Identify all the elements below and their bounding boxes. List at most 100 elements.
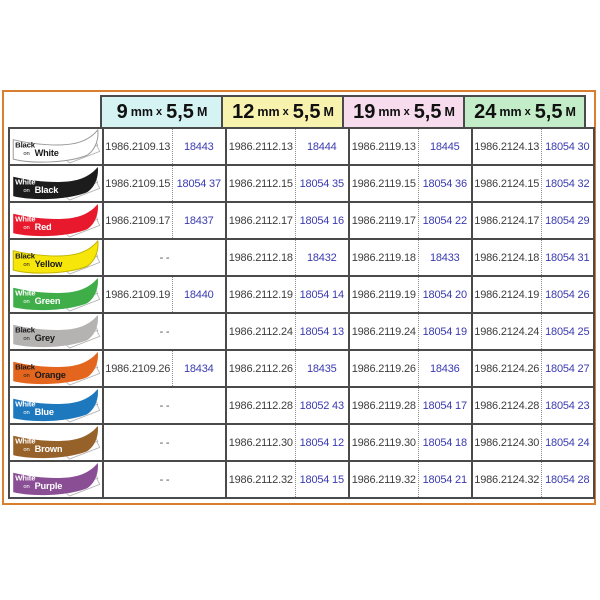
tape-color-top-label: White [15, 399, 36, 408]
catalog-number-cell: 1986.2112.13 [225, 127, 296, 166]
catalog-number-cell: 1986.2124.28 [471, 386, 542, 425]
catalog-number-cell: 1986.2119.13 [348, 127, 419, 166]
tape-color-top-label: White [15, 436, 36, 445]
tape-color-bottom-label: Brown [35, 444, 63, 454]
not-available-cell: - - [102, 460, 227, 499]
tape-table: Black on White 1986.2109.13 18443 1986.2112.1… [8, 127, 595, 499]
tape-on-label: on [23, 299, 29, 305]
tape-icon-white-on-black: White on Black [13, 167, 101, 200]
tape-icon-black-on-grey: Black on Grey [13, 315, 101, 348]
order-id-cell: 18054 29 [540, 201, 595, 240]
tape-color-top-label: White [15, 473, 36, 482]
catalog-number-cell: 1986.2119.18 [348, 238, 419, 277]
catalog-number-cell: 1986.2112.24 [225, 312, 296, 351]
size-header-text: 12 [232, 100, 255, 123]
catalog-number-cell: 1986.2112.30 [225, 423, 296, 462]
tape-icon-white-on-green: White on Green [13, 278, 101, 311]
catalog-number-cell: 1986.2124.32 [471, 460, 542, 499]
catalog-number-cell: 1986.2112.32 [225, 460, 296, 499]
catalog-number-cell: 1986.2124.30 [471, 423, 542, 462]
tape-swatch-cell: Black on Grey [8, 312, 104, 351]
size-header-text: 19 [353, 100, 376, 123]
catalog-number-cell: 1986.2109.17 [102, 201, 173, 240]
tape-color-top-label: Black [15, 251, 36, 260]
catalog-number-cell: 1986.2112.28 [225, 386, 296, 425]
order-id-cell: 18054 24 [540, 423, 595, 462]
order-id-cell: 18054 21 [417, 460, 473, 499]
order-id-cell: 18054 26 [540, 275, 595, 314]
not-available-cell: - - [102, 423, 227, 462]
tape-color-top-label: Black [15, 140, 36, 149]
size-header-text: 5,5 [413, 100, 442, 123]
tape-icon-black-on-yellow: Black on Yellow [12, 241, 101, 274]
size-header-text: M [565, 105, 576, 119]
catalog-number-cell: 1986.2124.15 [471, 164, 542, 203]
order-id-cell: 18054 31 [540, 238, 595, 277]
tape-swatch-cell: Black on White [8, 127, 104, 166]
order-id-cell: 18444 [294, 127, 350, 166]
tape-swatch-cell: Black on Orange [8, 349, 104, 388]
tape-icon-white-on-red: White on Red [13, 204, 101, 237]
catalog-number-cell: 1986.2119.17 [348, 201, 419, 240]
tape-color-bottom-label: Yellow [35, 259, 64, 269]
tape-color-bottom-label: Black [35, 185, 60, 195]
order-id-cell: 18435 [294, 349, 350, 388]
catalog-number-cell: 1986.2119.28 [348, 386, 419, 425]
tape-color-top-label: White [15, 177, 36, 186]
table-row: White on Brown - -1986.2112.30 18054 12 1986.… [8, 423, 595, 462]
order-id-cell: 18054 17 [417, 386, 473, 425]
tape-color-bottom-label: Grey [35, 333, 56, 343]
tape-color-bottom-label: Purple [35, 481, 63, 491]
order-id-cell: 18436 [417, 349, 473, 388]
tape-color-top-label: Black [15, 362, 36, 371]
order-id-cell: 18054 37 [171, 164, 227, 203]
size-header-text: M [323, 105, 334, 119]
order-id-cell: 18054 27 [540, 349, 595, 388]
tape-swatch-cell: White on Green [8, 275, 104, 314]
tape-table-body: Black on White 1986.2109.13 18443 1986.2112.1… [8, 127, 595, 499]
order-id-cell: 18445 [417, 127, 473, 166]
tape-on-label: on [23, 225, 29, 231]
size-header-text: 9 [116, 100, 128, 123]
catalog-number-cell: 1986.2109.15 [102, 164, 173, 203]
tape-swatch-cell: White on Brown [8, 423, 104, 462]
catalog-number-cell: 1986.2112.15 [225, 164, 296, 203]
order-id-cell: 18054 19 [417, 312, 473, 351]
table-row: Black on Yellow - -1986.2112.18 18432 1986.21… [8, 238, 595, 277]
tape-on-label: on [23, 410, 29, 416]
not-available-cell: - - [102, 386, 227, 425]
size-header-text: mm [378, 105, 401, 119]
size-header-text: 5,5 [534, 100, 563, 123]
size-header-text: 24 [474, 100, 497, 123]
order-id-cell: 18054 14 [294, 275, 350, 314]
catalog-number-cell: 1986.2124.17 [471, 201, 542, 240]
tape-color-top-label: White [15, 288, 36, 297]
size-header-12mm: 12 mm x 5,5 M [221, 95, 344, 129]
order-id-cell: 18443 [171, 127, 227, 166]
catalog-number-cell: 1986.2109.13 [102, 127, 173, 166]
tape-on-label: on [23, 151, 29, 157]
catalog-number-cell: 1986.2119.24 [348, 312, 419, 351]
tape-icon-white-on-brown: White on Brown [13, 426, 101, 459]
order-id-cell: 18054 36 [417, 164, 473, 203]
size-header-row: 9 mm x 5,5 M 12 mm x 5,5 M 19 mm x 5,5 M 24 mm x 5,5 M [100, 95, 586, 129]
tape-swatch-cell: White on Blue [8, 386, 104, 425]
tape-color-bottom-label: White [35, 148, 59, 158]
catalog-number-cell: 1986.2124.26 [471, 349, 542, 388]
order-id-cell: 18054 23 [540, 386, 595, 425]
table-row: White on Purple - -1986.2112.32 18054 15 1986… [8, 460, 595, 499]
tape-on-label: on [23, 188, 29, 194]
order-id-cell: 18054 32 [540, 164, 595, 203]
tape-color-bottom-label: Orange [35, 370, 66, 380]
size-header-24mm: 24 mm x 5,5 M [463, 95, 586, 129]
size-header-text: x [524, 106, 531, 118]
tape-on-label: on [23, 262, 29, 268]
order-id-cell: 18052 43 [294, 386, 350, 425]
size-header-9mm: 9 mm x 5,5 M [100, 95, 223, 129]
tape-on-label: on [23, 336, 29, 342]
tape-swatch-cell: White on Black [8, 164, 104, 203]
size-header-text: x [403, 106, 410, 118]
tape-on-label: on [23, 373, 29, 379]
tape-icon-black-on-orange: Black on Orange [13, 352, 101, 385]
catalog-number-cell: 1986.2109.26 [102, 349, 173, 388]
